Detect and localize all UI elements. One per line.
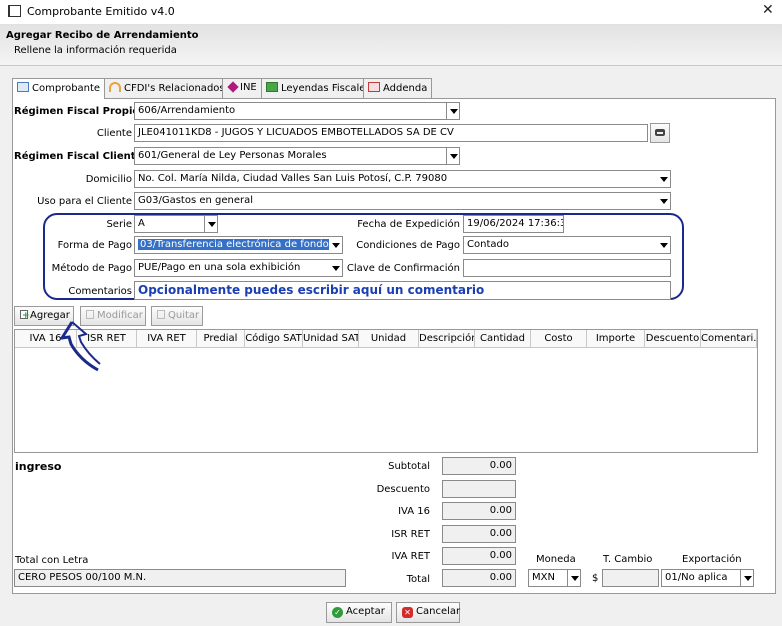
iva16-label: IVA 16	[398, 506, 430, 517]
domicilio-select[interactable]: No. Col. María Nilda, Ciudad Valles San …	[134, 170, 671, 188]
column-header[interactable]: Descuento	[645, 330, 701, 348]
uso-cliente-select[interactable]: G03/Gastos en general	[134, 192, 671, 210]
column-header[interactable]: Predial	[197, 330, 245, 348]
metodo-pago-select[interactable]: PUE/Pago en una sola exhibición	[134, 259, 343, 277]
buscar-cliente-button[interactable]	[650, 123, 670, 143]
column-header[interactable]: Cantidad	[475, 330, 531, 348]
chevron-down-icon[interactable]	[740, 570, 753, 586]
descuento-label: Descuento	[376, 484, 430, 495]
document-icon	[17, 82, 29, 92]
tab-comprobante[interactable]: Comprobante	[12, 78, 106, 99]
descuento-value	[442, 480, 516, 498]
quitar-button[interactable]: Quitar	[151, 306, 203, 326]
tipo-cambio-field[interactable]	[602, 569, 659, 587]
binoculars-icon	[655, 129, 665, 136]
subtotal-label: Subtotal	[388, 461, 430, 472]
add-icon: +	[20, 310, 30, 321]
column-header[interactable]: Unidad	[359, 330, 419, 348]
dialog-subtitle: Rellene la información requerida	[14, 45, 177, 56]
chevron-down-icon[interactable]	[657, 193, 670, 209]
comentarios-field[interactable]: Opcionalmente puedes escribir aquí un co…	[134, 281, 671, 300]
comentarios-label: Comentarios	[68, 286, 132, 297]
fecha-expedicion-field[interactable]: 19/06/2024 17:36:30	[463, 215, 564, 233]
dialog-title: Agregar Recibo de Arrendamiento	[6, 30, 199, 41]
regimen-propio-label: Régimen Fiscal Propio (*)	[14, 106, 158, 117]
diamond-icon	[227, 81, 239, 93]
window-title: Comprobante Emitido v4.0	[27, 5, 175, 18]
clave-confirmacion-field[interactable]	[463, 259, 671, 277]
tipo-cambio-label: T. Cambio	[603, 554, 653, 565]
chevron-down-icon[interactable]	[657, 171, 670, 187]
total-value: 0.00	[442, 569, 516, 587]
tab-ine[interactable]: INE	[222, 78, 262, 98]
app-window-icon	[8, 5, 21, 17]
column-header[interactable]: Descripción	[419, 330, 475, 348]
dialog-header: Agregar Recibo de Arrendamiento Rellene …	[0, 24, 782, 66]
addenda-icon	[368, 82, 380, 92]
column-header[interactable]: Unidad SAT	[303, 330, 359, 348]
chevron-down-icon[interactable]	[657, 237, 670, 253]
chevron-down-icon[interactable]	[446, 148, 459, 164]
column-header[interactable]: IVA RET	[137, 330, 197, 348]
rainbow-icon	[109, 82, 121, 92]
folder-icon	[266, 82, 278, 92]
forma-pago-select[interactable]: 03/Transferencia electrónica de fondos	[134, 236, 343, 254]
moneda-label: Moneda	[536, 554, 576, 565]
total-letra-field: CERO PESOS 00/100 M.N.	[14, 569, 346, 587]
condiciones-pago-label: Condiciones de Pago	[356, 240, 460, 251]
total-letra-label: Total con Letra	[15, 555, 89, 566]
conceptos-table[interactable]: IVA 16 ISR RET IVA RET Predial Código SA…	[14, 329, 758, 453]
currency-symbol: $	[592, 573, 599, 584]
chevron-down-icon[interactable]	[204, 216, 217, 232]
uso-cliente-label: Uso para el Cliente	[37, 196, 132, 207]
column-header[interactable]: Código SAT	[245, 330, 303, 348]
window-title-bar: Comprobante Emitido v4.0 ✕	[0, 0, 782, 24]
aceptar-button[interactable]: ✓ Aceptar	[326, 602, 392, 623]
cancel-icon: ✕	[402, 607, 413, 618]
tipo-comprobante-label: ingreso	[15, 460, 62, 473]
moneda-select[interactable]: MXN	[528, 569, 581, 587]
column-header[interactable]: Costo	[531, 330, 587, 348]
chevron-down-icon[interactable]	[446, 103, 459, 119]
annotation-arrow	[60, 321, 101, 372]
cancelar-button[interactable]: ✕ Cancelar	[396, 602, 460, 623]
clave-confirmacion-label: Clave de Confirmación	[346, 263, 460, 274]
iva-ret-value: 0.00	[442, 547, 516, 565]
check-icon: ✓	[332, 607, 343, 618]
close-icon[interactable]: ✕	[762, 2, 774, 18]
subtotal-value: 0.00	[442, 457, 516, 475]
chevron-down-icon[interactable]	[567, 570, 580, 586]
regimen-propio-select[interactable]: 606/Arrendamiento	[134, 102, 460, 120]
column-header[interactable]: Importe	[587, 330, 645, 348]
isr-ret-label: ISR RET	[391, 529, 430, 540]
exportacion-select[interactable]: 01/No aplica	[661, 569, 754, 587]
remove-icon	[157, 310, 165, 319]
condiciones-pago-select[interactable]: Contado	[463, 236, 671, 254]
regimen-cliente-select[interactable]: 601/General de Ley Personas Morales	[134, 147, 460, 165]
metodo-pago-label: Método de Pago	[51, 263, 132, 274]
tab-addenda[interactable]: Addenda	[363, 78, 433, 98]
cliente-field[interactable]: JLE041011KD8 - JUGOS Y LICUADOS EMBOTELL…	[134, 124, 648, 142]
total-label: Total	[406, 574, 430, 585]
tab-cfdi-relacionados[interactable]: CFDI's Relacionados	[104, 78, 230, 98]
cliente-label: Cliente	[96, 128, 132, 139]
isr-ret-value: 0.00	[442, 525, 516, 543]
serie-label: Serie	[106, 219, 132, 230]
forma-pago-label: Forma de Pago	[57, 240, 132, 251]
iva-ret-label: IVA RET	[391, 551, 430, 562]
iva16-value: 0.00	[442, 502, 516, 520]
domicilio-label: Domicilio	[85, 174, 132, 185]
serie-select[interactable]: A	[134, 215, 218, 233]
fecha-expedicion-label: Fecha de Expedición	[357, 219, 460, 230]
regimen-cliente-label: Régimen Fiscal Cliente (*)	[14, 151, 161, 162]
tab-leyendas-fiscales[interactable]: Leyendas Fiscales	[261, 78, 376, 98]
exportacion-label: Exportación	[682, 554, 742, 565]
column-header[interactable]: Comentari...	[701, 330, 757, 348]
